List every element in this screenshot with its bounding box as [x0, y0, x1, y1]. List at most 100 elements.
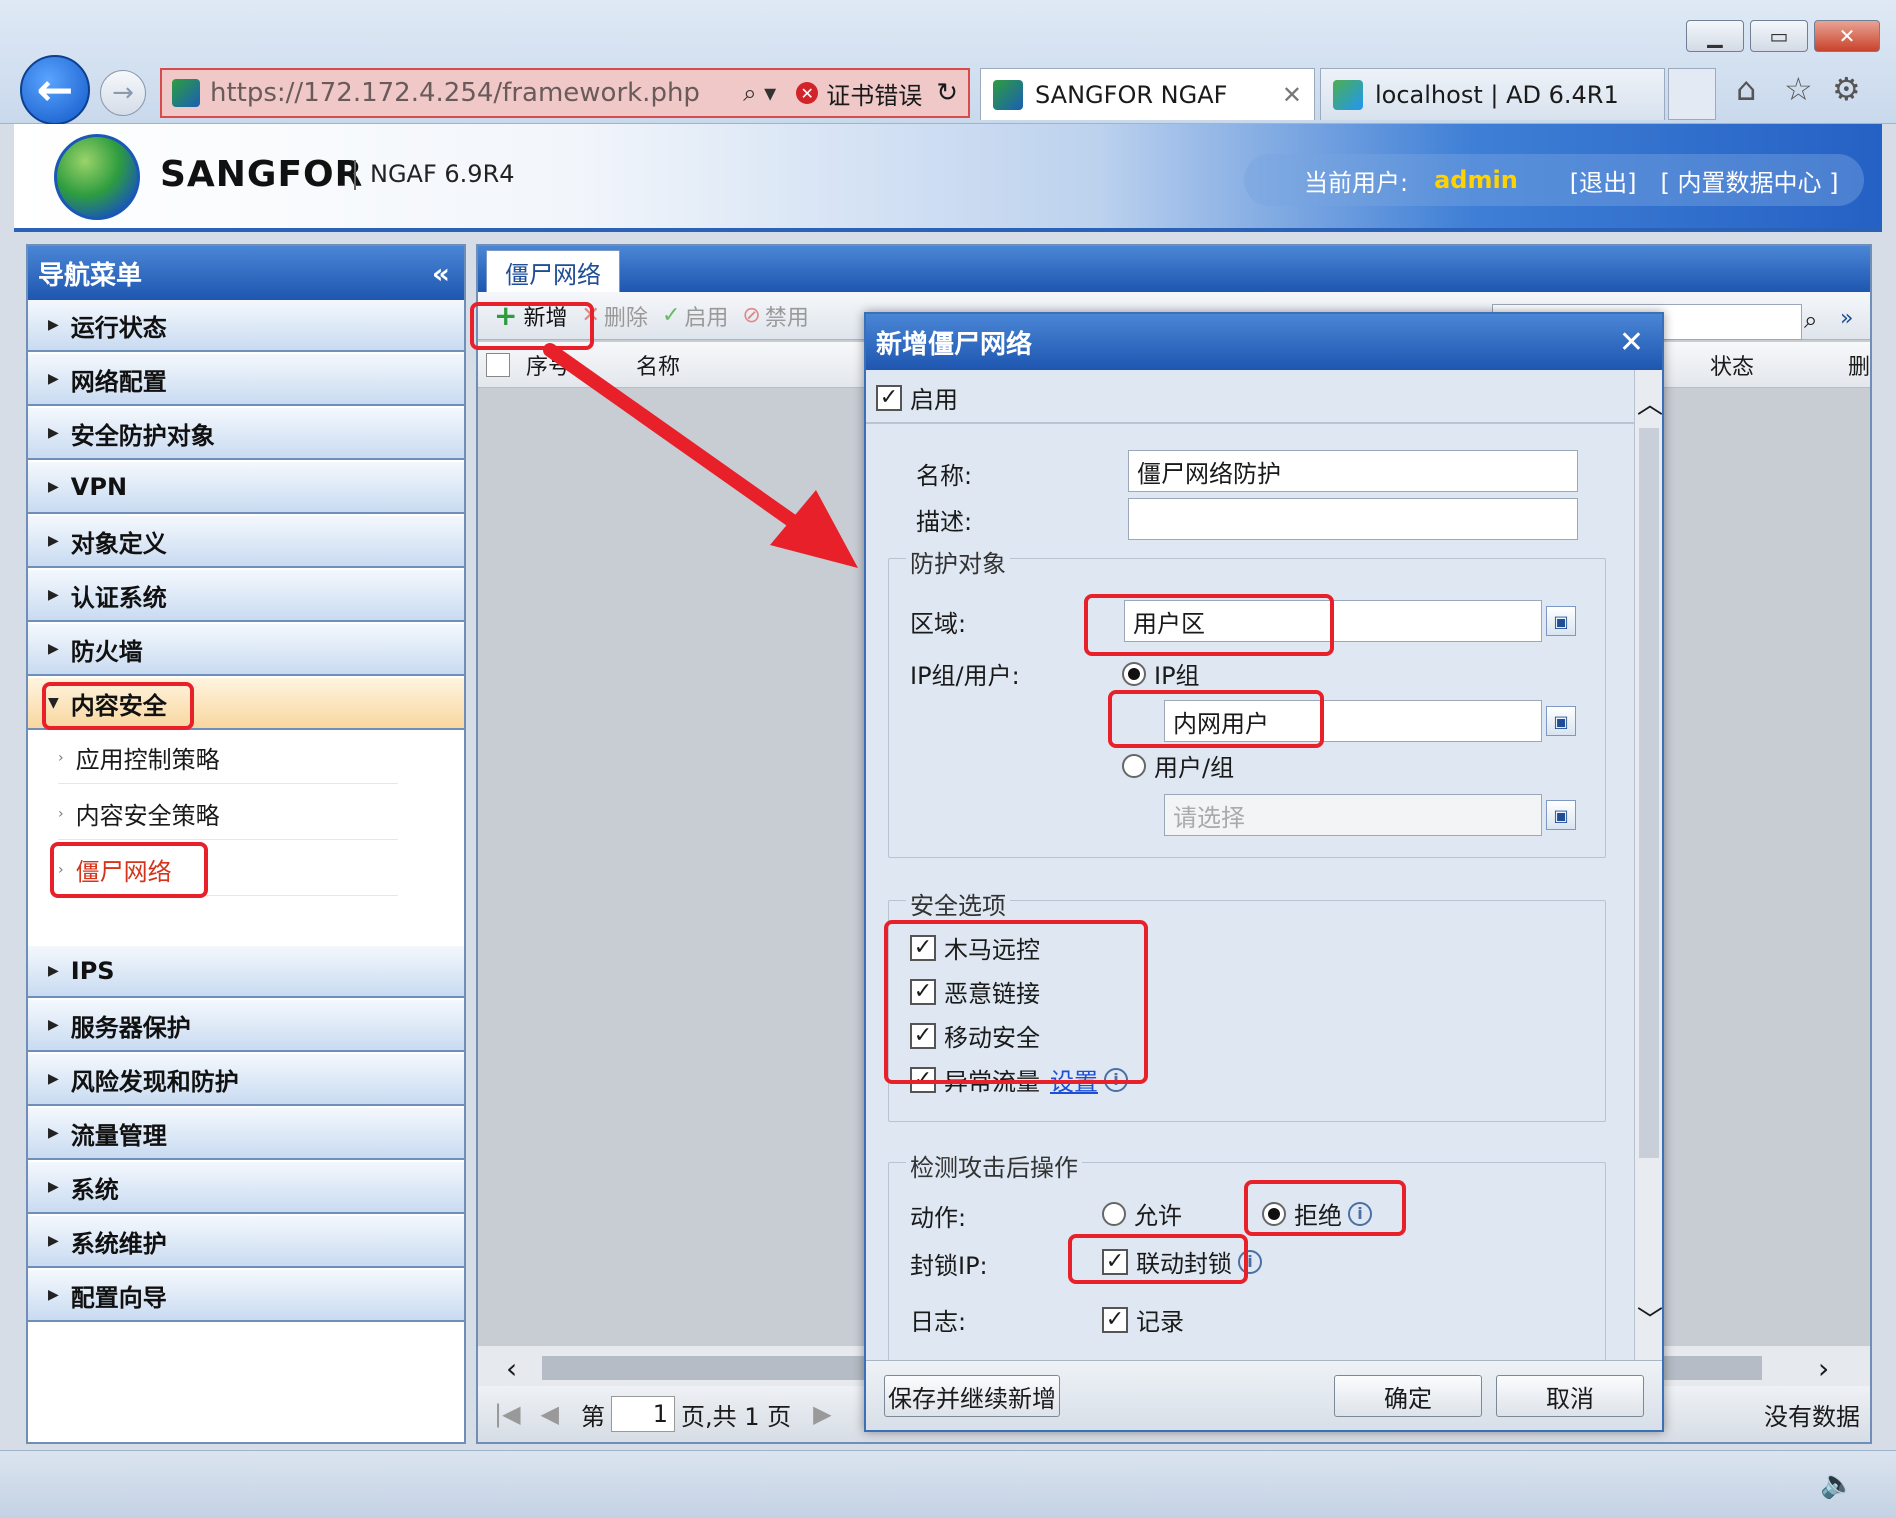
refresh-icon[interactable]: ↻: [936, 78, 958, 108]
sangfor-logo-icon: [54, 134, 140, 220]
sidebar-header: 导航菜单 «: [28, 246, 464, 300]
sidebar-item-firewall[interactable]: ▶ 防火墙: [28, 624, 464, 676]
log-record-row[interactable]: ✓ 记录: [1102, 1302, 1184, 1337]
tab-title: localhost | AD 6.4R1: [1375, 80, 1619, 109]
page-total: 页,共 1 页: [681, 1402, 792, 1431]
search-icon[interactable]: ⌕: [1804, 306, 1817, 334]
home-icon[interactable]: ⌂: [1736, 70, 1756, 108]
enable-checkbox-row[interactable]: ✓ 启用: [876, 380, 958, 415]
window-maximize-button[interactable]: ▭: [1750, 20, 1808, 52]
page-number-input[interactable]: 1: [611, 1396, 676, 1432]
window-minimize-button[interactable]: ▁: [1686, 20, 1744, 52]
sidebar-item-network-config[interactable]: ▶ 网络配置: [28, 354, 464, 406]
sidebar-title: 导航菜单: [38, 260, 143, 291]
ipgroup-radio[interactable]: [1122, 661, 1146, 686]
column-status[interactable]: 状态: [1710, 349, 1754, 381]
address-url[interactable]: https://172.172.4.254/framework.php: [210, 78, 743, 108]
cancel-button[interactable]: 取消: [1496, 1375, 1644, 1417]
user-panel: 当前用户: admin [退出] [ 内置数据中心 ]: [1244, 154, 1864, 206]
allow-radio-row[interactable]: 允许: [1102, 1196, 1182, 1231]
sidebar-item-config-wizard[interactable]: ▶ 配置向导: [28, 1270, 464, 1322]
site-favicon-icon: [172, 79, 200, 107]
cert-error-text[interactable]: 证书错误: [826, 76, 922, 111]
next-page-icon[interactable]: ▶: [813, 1400, 831, 1428]
logout-link[interactable]: [退出]: [1570, 163, 1637, 198]
sidebar-subitem-app-control[interactable]: › 应用控制策略: [58, 732, 398, 784]
sidebar-item-risk-discovery[interactable]: ▶ 风险发现和防护: [28, 1054, 464, 1106]
enable-label: 启用: [910, 386, 958, 414]
description-field[interactable]: [1128, 498, 1578, 540]
user-radio[interactable]: [1122, 753, 1146, 778]
sidebar-item-label: 系统维护: [70, 1229, 167, 1258]
browser-tab-localhost[interactable]: localhost | AD 6.4R1: [1320, 68, 1665, 120]
window-close-button[interactable]: ✕: [1814, 20, 1880, 52]
sidebar-item-vpn[interactable]: ▶ VPN: [28, 462, 464, 514]
disable-button[interactable]: ⊘ 禁用: [742, 300, 808, 332]
divider: [866, 422, 1634, 424]
scroll-right-icon[interactable]: ›: [1818, 1352, 1829, 1385]
more-icon[interactable]: »: [1840, 306, 1853, 331]
content-tabbar: 僵尸网络: [478, 246, 1870, 294]
enable-button[interactable]: ✓ 启用: [662, 300, 728, 332]
prev-page-icon[interactable]: ◀: [541, 1400, 559, 1428]
scroll-thumb[interactable]: [1639, 428, 1659, 1158]
tab-botnet[interactable]: 僵尸网络: [486, 250, 620, 294]
user-radio-row[interactable]: 用户/组: [1122, 748, 1234, 783]
back-button[interactable]: ←: [20, 55, 90, 125]
sidebar-item-system-maintenance[interactable]: ▶ 系统维护: [28, 1216, 464, 1268]
allow-radio[interactable]: [1102, 1201, 1126, 1226]
name-field[interactable]: 僵尸网络防护: [1128, 450, 1578, 492]
scroll-left-icon[interactable]: ‹: [506, 1352, 517, 1385]
user-select-field[interactable]: 请选择: [1164, 794, 1542, 836]
favorites-star-icon[interactable]: ☆: [1784, 70, 1813, 108]
current-user-name: admin: [1434, 166, 1518, 194]
datacenter-link[interactable]: [ 内置数据中心 ]: [1661, 163, 1839, 198]
column-delete[interactable]: 删: [1848, 349, 1870, 381]
sidebar-item-system[interactable]: ▶ 系统: [28, 1162, 464, 1214]
sidebar-item-ips[interactable]: ▶ IPS: [28, 946, 464, 998]
dialog-vertical-scrollbar[interactable]: ︿ ﹀: [1634, 370, 1663, 1360]
dialog-body: ✓ 启用 名称: 僵尸网络防护 描述: 防护对象 区域: 用户区 ▣ IP组/用…: [866, 370, 1634, 1360]
sidebar-item-label: 系统: [70, 1175, 119, 1204]
enable-label: 启用: [684, 305, 729, 331]
sidebar-item-traffic-management[interactable]: ▶ 流量管理: [28, 1108, 464, 1160]
sidebar-item-run-status[interactable]: ▶ 运行状态: [28, 300, 464, 352]
sidebar-item-server-protection[interactable]: ▶ 服务器保护: [28, 1000, 464, 1052]
user-picker-icon[interactable]: ▣: [1546, 800, 1576, 830]
scroll-up-icon[interactable]: ︿: [1637, 384, 1663, 421]
chevron-right-icon: ›: [58, 749, 64, 766]
check-icon: ✓: [661, 303, 681, 328]
forward-button[interactable]: →: [100, 70, 146, 116]
cert-error-icon: ✕: [796, 82, 819, 104]
select-all-checkbox[interactable]: [486, 352, 510, 377]
first-page-icon[interactable]: |◀: [494, 1400, 521, 1428]
no-data-text: 没有数据: [1764, 1402, 1860, 1431]
forward-arrow-icon: →: [112, 78, 134, 108]
ipgroup-picker-icon[interactable]: ▣: [1546, 706, 1576, 736]
collapse-sidebar-icon[interactable]: «: [432, 257, 450, 290]
enable-checkbox[interactable]: ✓: [876, 384, 902, 411]
caret-right-icon: ▶: [48, 1017, 59, 1033]
close-icon[interactable]: ✕: [1619, 325, 1644, 360]
sidebar-item-protected-objects[interactable]: ▶ 安全防护对象: [28, 408, 464, 460]
gear-icon[interactable]: ⚙: [1832, 70, 1861, 108]
ipgroup-radio-row[interactable]: IP组: [1122, 656, 1200, 691]
zone-picker-icon[interactable]: ▣: [1546, 606, 1576, 636]
sidebar-item-auth-system[interactable]: ▶ 认证系统: [28, 570, 464, 622]
close-tab-icon[interactable]: ✕: [1282, 81, 1302, 109]
address-bar[interactable]: https://172.172.4.254/framework.php ⌕ ▾ …: [160, 68, 970, 118]
scroll-down-icon[interactable]: ﹀: [1637, 1300, 1663, 1337]
delete-label: 删除: [603, 305, 648, 331]
desc-label: 描述:: [916, 508, 973, 536]
sidebar-item-object-definition[interactable]: ▶ 对象定义: [28, 516, 464, 568]
log-record-checkbox[interactable]: ✓: [1102, 1306, 1128, 1333]
new-tab-button[interactable]: [1668, 68, 1716, 120]
browser-tab-sangfor[interactable]: SANGFOR NGAF ✕: [980, 68, 1315, 120]
sidebar-item-label: 流量管理: [70, 1121, 167, 1150]
ok-button[interactable]: 确定: [1334, 1375, 1482, 1417]
save-continue-button[interactable]: 保存并继续新增: [884, 1375, 1060, 1417]
sidebar-subitem-content-policy[interactable]: › 内容安全策略: [58, 788, 398, 840]
caret-right-icon: ▶: [48, 1179, 59, 1195]
search-dropdown-icon[interactable]: ⌕ ▾: [743, 79, 776, 107]
speaker-icon[interactable]: 🔈: [1820, 1467, 1855, 1500]
